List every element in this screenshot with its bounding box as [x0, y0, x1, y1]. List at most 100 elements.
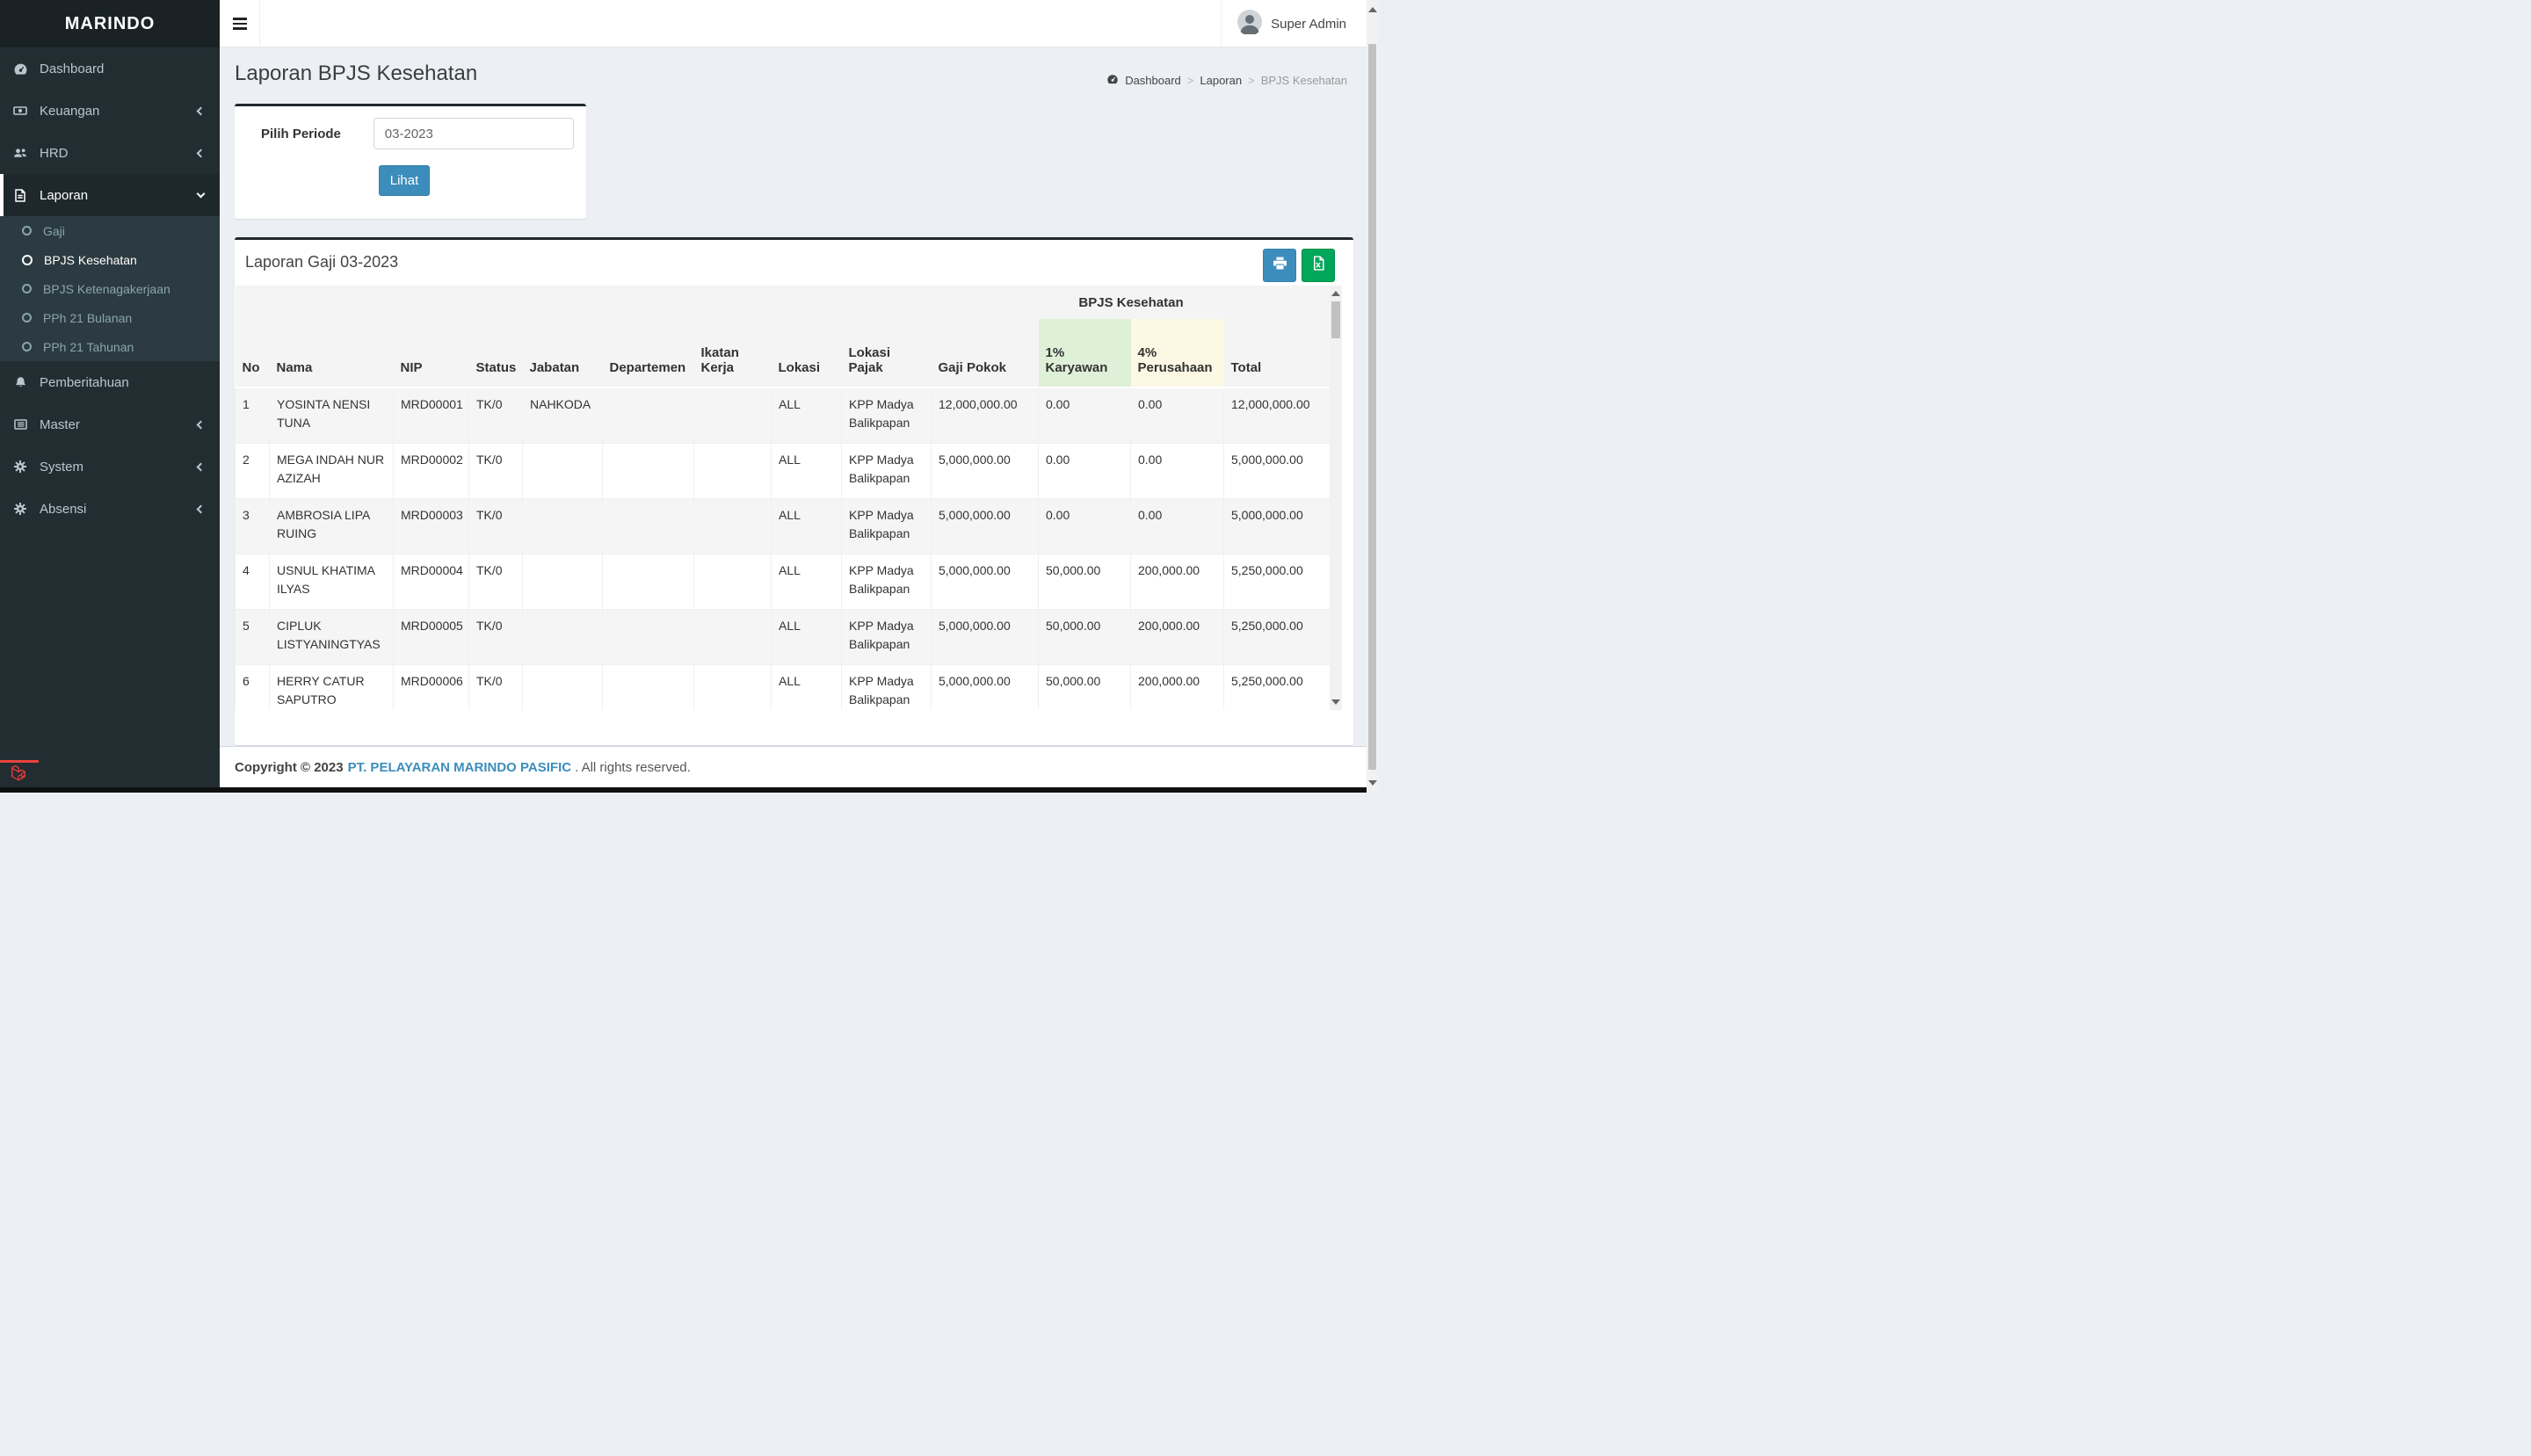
table-group-header-row: BPJS Kesehatan: [235, 286, 1331, 319]
print-button[interactable]: [1263, 249, 1296, 282]
sidebar: MARINDO Dashboard Keuangan HRD Laporan G…: [0, 0, 220, 793]
file-excel-icon: [1311, 256, 1326, 275]
page-scrollbar[interactable]: [1367, 0, 1378, 793]
table-cell: TK/0: [468, 387, 523, 444]
table-cell: 6: [235, 664, 270, 710]
column-header-nama: Nama: [269, 319, 394, 388]
column-header-4pct-perusahaan: 4% Perusahaan: [1130, 319, 1224, 388]
sidebar-item-label: HRD: [40, 145, 69, 161]
money-icon: [11, 104, 29, 118]
table-cell: 5,000,000.00: [931, 443, 1039, 499]
column-header-status: Status: [468, 319, 523, 388]
content-area: Laporan BPJS Kesehatan Dashboard > Lapor…: [220, 47, 1378, 746]
table-cell: 50,000.00: [1038, 554, 1131, 610]
page-scrollbar-thumb[interactable]: [1368, 44, 1376, 770]
submenu-item-pph21-bulanan[interactable]: PPh 21 Bulanan: [0, 303, 220, 332]
submenu-item-bpjs-kesehatan[interactable]: BPJS Kesehatan: [0, 245, 220, 274]
file-icon: [11, 188, 29, 202]
table-header-row: No Nama NIP Status Jabatan Departemen Ik…: [235, 319, 1331, 388]
submenu-item-bpjs-ketenagakerjaan[interactable]: BPJS Ketenagakerjaan: [0, 274, 220, 303]
column-header-lokasi-pajak: Lokasi Pajak: [841, 319, 932, 388]
sidebar-item-label: System: [40, 459, 84, 474]
table-row: 1 YOSINTA NENSI TUNA MRD00001 TK/0 NAHKODA AL…: [235, 387, 1331, 444]
table-cell: 50,000.00: [1038, 609, 1131, 665]
table-cell: KPP Madya Balikpapan: [841, 387, 932, 444]
table-cell: CIPLUK LISTYANINGTYAS: [269, 609, 394, 665]
table-row: 3 AMBROSIA LIPA RUING MRD00003 TK/0 ALL KPP M…: [235, 498, 1331, 554]
column-header-jabatan: Jabatan: [522, 319, 603, 388]
table-cell: 0.00: [1038, 443, 1131, 499]
breadcrumb-item-laporan[interactable]: Laporan: [1200, 74, 1242, 87]
sidebar-item-master[interactable]: Master: [0, 403, 220, 445]
table-cell: MRD00002: [393, 443, 469, 499]
sidebar-item-system[interactable]: System: [0, 445, 220, 488]
table-cell: [522, 609, 603, 665]
table-cell: [602, 554, 694, 610]
sidebar-item-keuangan[interactable]: Keuangan: [0, 90, 220, 132]
sidebar-item-laporan[interactable]: Laporan: [0, 174, 220, 216]
table-cell: TK/0: [468, 609, 523, 665]
table-scrollbar[interactable]: [1330, 286, 1342, 710]
table-cell: 5,000,000.00: [931, 609, 1039, 665]
table-cell: NAHKODA: [522, 387, 603, 444]
breadcrumb-item-current: BPJS Kesehatan: [1260, 74, 1347, 87]
table-cell: 5,250,000.00: [1223, 609, 1331, 665]
table-cell: 5: [235, 609, 270, 665]
users-icon: [11, 146, 29, 160]
circle-icon: [22, 226, 32, 235]
report-card-header: Laporan Gaji 03-2023: [235, 240, 1353, 286]
table-cell: [602, 387, 694, 444]
table-cell: 2: [235, 443, 270, 499]
sidebar-item-label: Laporan: [40, 187, 89, 203]
sidebar-item-label: Master: [40, 417, 80, 432]
breadcrumb-item-dashboard[interactable]: Dashboard: [1125, 74, 1181, 87]
sidebar-item-label: Dashboard: [40, 61, 105, 76]
avatar: [1237, 9, 1263, 39]
submenu-item-pph21-tahunan[interactable]: PPh 21 Tahunan: [0, 332, 220, 361]
table-cell: [602, 609, 694, 665]
table-cell: MRD00001: [393, 387, 469, 444]
circle-icon: [22, 342, 32, 351]
table-cell: 5,000,000.00: [1223, 498, 1331, 554]
user-menu[interactable]: Super Admin: [1221, 0, 1378, 47]
table-row: 6 HERRY CATUR SAPUTRO MRD00006 TK/0 ALL KPP M…: [235, 664, 1331, 710]
export-excel-button[interactable]: [1302, 249, 1335, 282]
scroll-down-icon[interactable]: [1331, 699, 1340, 705]
sidebar-toggle-button[interactable]: [220, 0, 260, 47]
table-row: 5 CIPLUK LISTYANINGTYAS MRD00005 TK/0 ALL KPP…: [235, 609, 1331, 665]
table-cell: [693, 443, 772, 499]
laravel-debugbar-badge[interactable]: [0, 760, 39, 787]
table-cell: MEGA INDAH NUR AZIZAH: [269, 443, 394, 499]
submenu-item-gaji[interactable]: Gaji: [0, 216, 220, 245]
lihat-button[interactable]: Lihat: [379, 165, 430, 196]
periode-label: Pilih Periode: [261, 126, 341, 141]
table-cell: KPP Madya Balikpapan: [841, 443, 932, 499]
column-header-nip: NIP: [393, 319, 469, 388]
report-table-body: 1 YOSINTA NENSI TUNA MRD00001 TK/0 NAHKODA AL…: [235, 387, 1331, 710]
chevron-down-icon: [196, 189, 206, 198]
scroll-down-icon[interactable]: [1367, 780, 1377, 786]
scroll-up-icon[interactable]: [1367, 7, 1377, 12]
table-scrollbar-thumb[interactable]: [1331, 301, 1340, 338]
gear-icon: [11, 460, 29, 474]
sidebar-item-absensi[interactable]: Absensi: [0, 488, 220, 530]
circle-icon: [22, 284, 32, 293]
company-link[interactable]: PT. PELAYARAN MARINDO PASIFIC: [348, 760, 571, 775]
table-cell: USNUL KHATIMA ILYAS: [269, 554, 394, 610]
chevron-left-icon: [196, 462, 206, 471]
table-row: 4 USNUL KHATIMA ILYAS MRD00004 TK/0 ALL KPP M…: [235, 554, 1331, 610]
sidebar-item-dashboard[interactable]: Dashboard: [0, 47, 220, 90]
scroll-up-icon[interactable]: [1331, 291, 1340, 296]
table-cell: ALL: [771, 609, 842, 665]
brand-logo[interactable]: MARINDO: [0, 0, 220, 47]
report-card: Laporan Gaji 03-2023 BPJS Kesehatan No N…: [235, 237, 1353, 745]
circle-icon: [22, 313, 32, 322]
table-cell: [693, 609, 772, 665]
laravel-icon: [9, 764, 30, 787]
table-cell: 5,250,000.00: [1223, 664, 1331, 710]
table-cell: 3: [235, 498, 270, 554]
periode-input[interactable]: [373, 118, 574, 149]
printer-icon: [1273, 256, 1287, 275]
sidebar-item-hrd[interactable]: HRD: [0, 132, 220, 174]
sidebar-item-pemberitahuan[interactable]: Pemberitahuan: [0, 361, 220, 403]
